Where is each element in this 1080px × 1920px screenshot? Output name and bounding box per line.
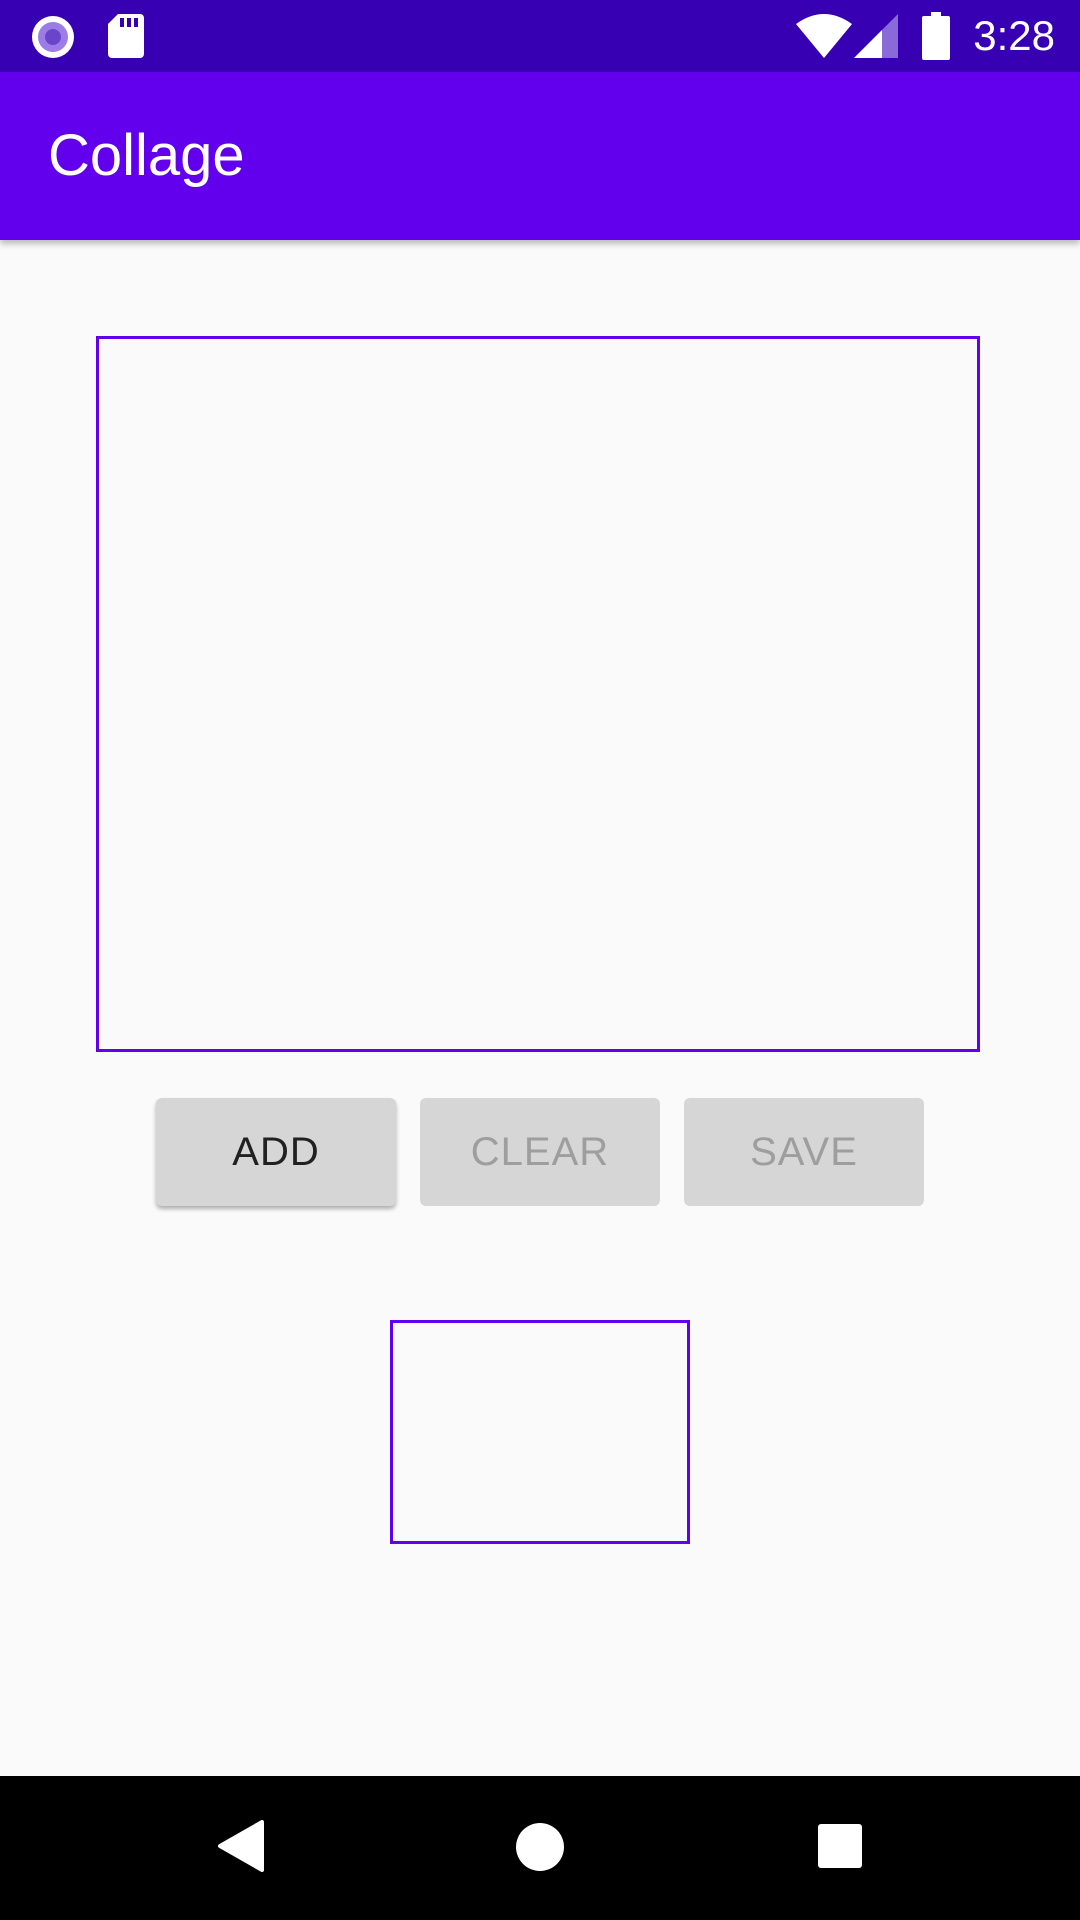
- status-bar: 3:28: [0, 0, 1080, 72]
- clear-button[interactable]: CLEAR: [420, 1098, 660, 1206]
- battery-icon: [922, 12, 950, 65]
- wifi-icon: [796, 14, 852, 63]
- back-icon[interactable]: [216, 1820, 264, 1877]
- record-icon: [30, 14, 76, 65]
- app-bar: Collage: [0, 72, 1080, 240]
- thumbnail-preview[interactable]: [390, 1320, 690, 1544]
- screen: 3:28 Collage ADD CLEAR SAVE: [0, 0, 1080, 1920]
- save-button[interactable]: SAVE: [684, 1098, 924, 1206]
- cell-signal-icon: [854, 14, 898, 63]
- home-icon[interactable]: [515, 1822, 565, 1877]
- sd-card-icon: [108, 14, 144, 63]
- add-button[interactable]: ADD: [156, 1098, 396, 1206]
- navigation-bar: [0, 1776, 1080, 1920]
- collage-canvas[interactable]: [96, 336, 980, 1052]
- status-time: 3:28: [973, 12, 1055, 59]
- app-title: Collage: [48, 123, 245, 188]
- recents-icon[interactable]: [818, 1824, 862, 1873]
